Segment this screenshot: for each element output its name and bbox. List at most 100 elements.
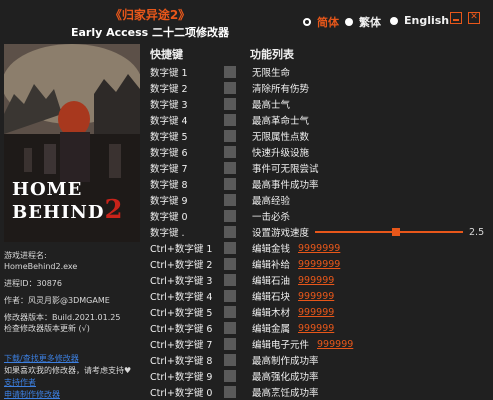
minimize-button[interactable] (450, 12, 462, 24)
download-link[interactable]: 下载/查找更多修改器 (4, 353, 131, 365)
table-row: Ctrl+数字键 6 编辑金属 999999 (150, 320, 490, 336)
cheat-name: 编辑石油 (252, 276, 291, 287)
checkbox[interactable] (224, 258, 236, 270)
hotkey: Ctrl+数字键 5 (150, 308, 213, 319)
table-row: Ctrl+数字键 3 编辑石油 999999 (150, 272, 490, 288)
lang-simplified-label: 简体 (317, 16, 339, 29)
checkbox[interactable] (224, 338, 236, 350)
close-button[interactable]: ✕ (468, 12, 480, 24)
table-row: Ctrl+数字键 4 编辑石块 999999 (150, 288, 490, 304)
value-field[interactable]: 999999 (317, 339, 353, 350)
checkbox[interactable] (224, 322, 236, 334)
checkbox[interactable] (224, 82, 236, 94)
lang-traditional[interactable]: 繁体 (345, 14, 381, 30)
value-field[interactable]: 999999 (298, 323, 334, 334)
checkbox[interactable] (224, 194, 236, 206)
cover-title: HOME BEHIND2 (12, 179, 124, 225)
lang-traditional-label: 繁体 (359, 16, 381, 29)
update-check[interactable]: 检查修改器版本更新 (√) (4, 323, 140, 334)
table-row: Ctrl+数字键 8 最高制作成功率 (150, 352, 490, 368)
cheat-name: 编辑电子元件 (252, 340, 310, 351)
value-field[interactable]: 999999 (298, 275, 334, 286)
cheat-table: 快捷键 功能列表 数字键 1 无限生命 数字键 2 清除所有伤势 数字键 3 最高士气 数字… (150, 44, 490, 400)
table-row: 数字键 0 一击必杀 (150, 208, 490, 224)
checkbox[interactable] (224, 306, 236, 318)
cheat-name: 最高制作成功率 (252, 356, 319, 367)
hotkey: Ctrl+数字键 7 (150, 340, 213, 351)
col-hotkey: 快捷键 (150, 48, 183, 61)
author: 作者：风灵月影@3DMGAME (4, 296, 110, 305)
radio-icon (390, 16, 398, 25)
checkbox[interactable] (224, 114, 236, 126)
checkbox[interactable] (224, 66, 236, 78)
table-row: 数字键 1 无限生命 (150, 64, 490, 80)
radio-icon (345, 18, 353, 26)
hotkey: Ctrl+数字键 4 (150, 292, 213, 303)
lang-english-label: English (404, 14, 450, 27)
table-row: Ctrl+数字键 1 编辑金钱 9999999 (150, 240, 490, 256)
cheat-name: 最高烹饪成功率 (252, 388, 319, 399)
hotkey: Ctrl+数字键 9 (150, 372, 213, 383)
value-field[interactable]: 999999 (298, 307, 334, 318)
cheat-name: 编辑金属 (252, 324, 291, 335)
app-title: 《归家异途2》 (109, 8, 191, 22)
checkbox[interactable] (224, 226, 236, 238)
checkbox[interactable] (224, 210, 236, 222)
checkbox[interactable] (224, 162, 236, 174)
cheat-name: 一击必杀 (252, 212, 291, 223)
hotkey: 数字键 . (150, 228, 185, 239)
cheat-name: 最高事件成功率 (252, 180, 319, 191)
value-field[interactable]: 9999999 (298, 243, 340, 254)
links-panel: 下载/查找更多修改器 如果喜欢我的修改器，请考虑支持♥ 支持作者 申请制作修改器 (4, 353, 131, 400)
col-function: 功能列表 (250, 48, 294, 61)
cheat-name: 设置游戏速度 (252, 228, 310, 239)
support-text: 如果喜欢我的修改器，请考虑支持♥ (4, 366, 132, 375)
cheat-name: 编辑金钱 (252, 244, 291, 255)
cheat-name: 最高经验 (252, 196, 291, 207)
lang-english[interactable]: English (390, 14, 449, 27)
cheat-name: 快速升级设施 (252, 148, 310, 159)
hotkey: 数字键 8 (150, 180, 188, 191)
checkbox[interactable] (224, 178, 236, 190)
cheat-name: 清除所有伤势 (252, 84, 310, 95)
table-row: 数字键 3 最高士气 (150, 96, 490, 112)
game-cover-image: HOME BEHIND2 (4, 44, 140, 242)
app-subtitle: Early Access 二十二项修改器 (70, 26, 230, 39)
cheat-name: 最高士气 (252, 100, 291, 111)
process-id: 进程ID：30876 (4, 279, 62, 288)
table-row: 数字键 4 最高革命士气 (150, 112, 490, 128)
lang-simplified[interactable]: 简体 (303, 14, 339, 30)
hotkey: Ctrl+数字键 6 (150, 324, 213, 335)
table-row: Ctrl+数字键 0 最高烹饪成功率 (150, 384, 490, 400)
checkbox[interactable] (224, 242, 236, 254)
speed-slider[interactable] (315, 226, 464, 238)
hotkey: Ctrl+数字键 8 (150, 356, 213, 367)
checkbox[interactable] (224, 354, 236, 366)
speed-value: 2.5 (469, 226, 485, 238)
checkbox[interactable] (224, 130, 236, 142)
table-row: 数字键 8 最高事件成功率 (150, 176, 490, 192)
checkbox[interactable] (224, 274, 236, 286)
hotkey: 数字键 6 (150, 148, 188, 159)
slider-thumb[interactable] (392, 228, 401, 236)
checkbox[interactable] (224, 370, 236, 382)
table-row: 数字键 2 清除所有伤势 (150, 80, 490, 96)
checkbox[interactable] (224, 290, 236, 302)
cheat-name: 最高革命士气 (252, 116, 310, 127)
checkbox[interactable] (224, 146, 236, 158)
process-name: HomeBehind2.exe (4, 262, 78, 271)
table-row: Ctrl+数字键 2 编辑补给 9999999 (150, 256, 490, 272)
hotkey: 数字键 9 (150, 196, 188, 207)
value-field[interactable]: 9999999 (298, 259, 340, 270)
value-field[interactable]: 999999 (298, 291, 334, 302)
checkbox[interactable] (224, 386, 236, 398)
support-link[interactable]: 支持作者 (4, 377, 131, 389)
hotkey: Ctrl+数字键 3 (150, 276, 213, 287)
request-link[interactable]: 申请制作修改器 (4, 389, 131, 400)
checkbox[interactable] (224, 98, 236, 110)
cheat-name: 事件可无限尝试 (252, 164, 319, 175)
hotkey: 数字键 5 (150, 132, 188, 143)
cheat-name: 无限生命 (252, 68, 291, 79)
hotkey: 数字键 1 (150, 68, 188, 79)
table-row: 数字键 9 最高经验 (150, 192, 490, 208)
